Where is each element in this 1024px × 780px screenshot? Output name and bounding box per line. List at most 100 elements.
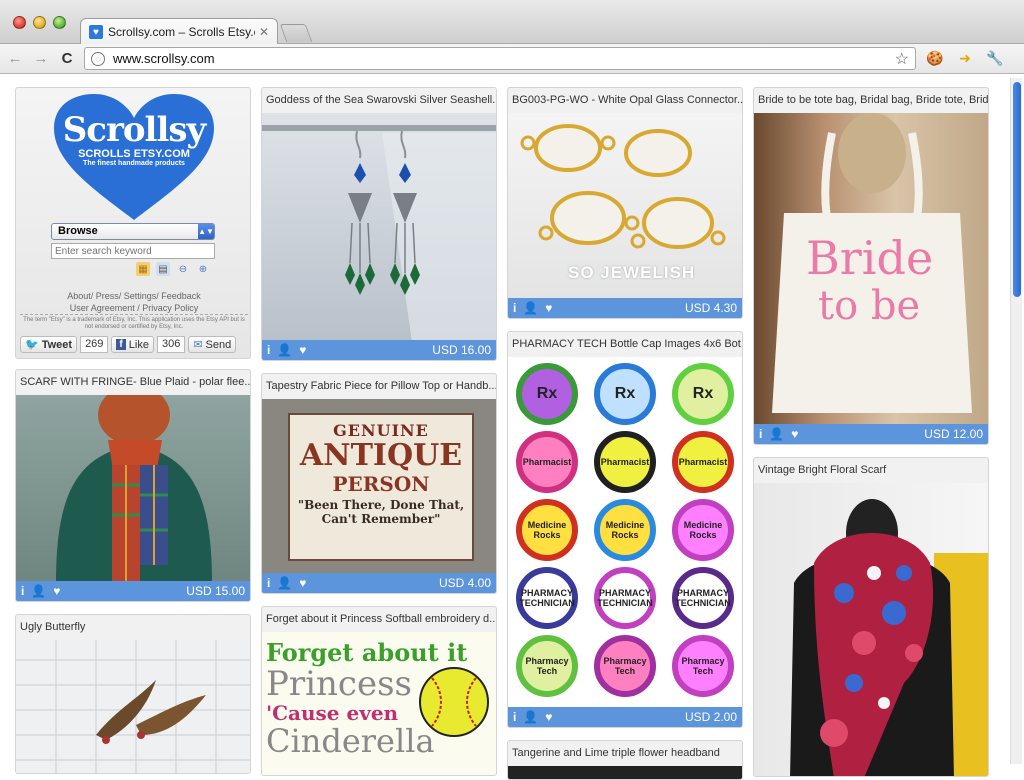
tab-close-icon[interactable]: ✕ — [259, 25, 269, 39]
footer-links[interactable]: About/ Press/ Settings/ Feedback User Ag… — [16, 290, 252, 314]
select-arrow-icon: ▲▼ — [198, 224, 214, 239]
product-title[interactable]: Bride to be tote bag, Bridal bag, Bride … — [754, 88, 988, 113]
product-title[interactable]: SCARF WITH FRINGE- Blue Plaid - polar fl… — [16, 370, 250, 395]
product-image[interactable] — [754, 483, 988, 776]
tweet-count: 269 — [80, 336, 109, 353]
product-card[interactable]: Tangerine and Lime triple flower headban… — [507, 740, 743, 780]
reload-icon[interactable]: C — [56, 48, 78, 70]
user-icon[interactable]: 👤 — [277, 576, 292, 590]
like-button[interactable]: f Like — [111, 336, 154, 353]
layout-icon[interactable]: ▦ — [136, 262, 150, 276]
product-card[interactable]: Tapestry Fabric Piece for Pillow Top or … — [261, 373, 497, 594]
floral-scarf-photo-icon — [790, 499, 988, 776]
close-window-button[interactable] — [13, 16, 26, 29]
minimize-window-button[interactable] — [33, 16, 46, 29]
forward-icon[interactable]: → — [30, 48, 52, 70]
user-icon[interactable]: 👤 — [277, 343, 292, 357]
heart-icon[interactable]: ♥ — [791, 427, 798, 441]
info-icon[interactable]: i — [513, 710, 516, 724]
bottle-cap-image: PHARMACY TECHNICIAN — [594, 567, 656, 629]
wrench-icon[interactable]: 🔧 — [984, 48, 1006, 70]
bookmark-star-icon[interactable]: ☆ — [895, 49, 909, 69]
bottle-caps-grid: Rx Rx Rx Pharmacist Pharmacist Pharmacist Medi… — [516, 363, 738, 697]
heart-icon[interactable]: ♥ — [545, 710, 552, 724]
product-image[interactable]: GENUINE ANTIQUE PERSON "Been There, Done… — [262, 399, 496, 575]
back-icon[interactable]: ← — [4, 48, 26, 70]
browser-tab[interactable]: ♥ Scrollsy.com – Scrolls Etsy.co ✕ — [80, 18, 278, 45]
product-image[interactable]: Rx Rx Rx Pharmacist Pharmacist Pharmacist Medi… — [508, 357, 742, 709]
heart-icon[interactable]: ♥ — [299, 576, 306, 590]
product-title[interactable]: PHARMACY TECH Bottle Cap Images 4x6 Bot.… — [508, 332, 742, 357]
tapestry-line-3: PERSON — [332, 472, 430, 496]
send-icon: ✉ — [193, 339, 203, 351]
zoom-window-button[interactable] — [53, 16, 66, 29]
disclaimer-text: The term "Etsy" is a trademark of Etsy, … — [20, 314, 248, 331]
zoom-out-icon[interactable]: ⊖ — [176, 262, 190, 276]
product-card[interactable]: PHARMACY TECH Bottle Cap Images 4x6 Bot.… — [507, 331, 743, 728]
bottle-cap-image: PHARMACY TECHNICIAN — [516, 567, 578, 629]
product-title[interactable]: Tapestry Fabric Piece for Pillow Top or … — [262, 374, 496, 399]
product-title[interactable]: Ugly Butterfly — [16, 615, 250, 640]
vertical-scrollbar[interactable] — [1010, 78, 1022, 764]
product-card[interactable]: Ugly Butterfly — [15, 614, 251, 774]
product-image[interactable]: Forget about it Princess 'Cause even Cin… — [262, 632, 496, 775]
search-input[interactable] — [51, 243, 215, 259]
info-icon[interactable]: i — [759, 427, 762, 441]
tweet-button[interactable]: 🐦 Tweet — [20, 336, 78, 353]
bag-text-line-1: Bride — [806, 231, 934, 285]
heart-icon[interactable]: ♥ — [299, 343, 306, 357]
product-card[interactable]: Vintage Bright Floral Scarf — [753, 457, 989, 777]
grid-icon[interactable]: ▤ — [156, 262, 170, 276]
product-title[interactable]: Tangerine and Lime triple flower headban… — [508, 741, 742, 766]
product-image[interactable] — [16, 395, 250, 583]
social-bar: 🐦 Tweet 269 f Like 306 ✉ Send — [20, 336, 237, 353]
product-card[interactable]: BG003-PG-WO - White Opal Glass Connector… — [507, 87, 743, 319]
product-title[interactable]: Vintage Bright Floral Scarf — [754, 458, 988, 483]
product-card[interactable]: Forget about it Princess Softball embroi… — [261, 606, 497, 776]
info-icon[interactable]: i — [267, 343, 270, 357]
toolbar-icons: ▦ ▤ ⊖ ⊕ — [136, 262, 210, 276]
extension-arrow-icon[interactable]: ➜ — [954, 48, 976, 70]
links-line-2[interactable]: User Agreement / Privacy Policy — [16, 302, 252, 314]
info-icon[interactable]: i — [513, 301, 516, 315]
info-icon[interactable]: i — [21, 584, 24, 598]
heart-icon[interactable]: ♥ — [53, 584, 60, 598]
product-card[interactable]: Goddess of the Sea Swarovski Silver Seas… — [261, 87, 497, 361]
info-icon[interactable]: i — [267, 576, 270, 590]
user-icon[interactable]: 👤 — [769, 427, 784, 441]
product-title[interactable]: Goddess of the Sea Swarovski Silver Seas… — [262, 88, 496, 113]
user-icon[interactable]: 👤 — [523, 301, 538, 315]
product-card[interactable]: SCARF WITH FRINGE- Blue Plaid - polar fl… — [15, 369, 251, 602]
tapestry-line-4: "Been There, Done That, — [297, 498, 465, 512]
bottle-cap-image: Rx — [594, 363, 656, 425]
new-tab-button[interactable] — [279, 24, 313, 42]
browser-toolbar: ← → C ◌ www.scrollsy.com ☆ 🍪 ➜ 🔧 — [0, 44, 1024, 74]
scrollbar-thumb[interactable] — [1013, 82, 1021, 297]
send-button[interactable]: ✉ Send — [188, 336, 237, 353]
bag-text-line-2: to be — [818, 283, 921, 329]
address-bar[interactable]: ◌ www.scrollsy.com ☆ — [84, 47, 916, 70]
heart-icon[interactable]: ♥ — [545, 301, 552, 315]
product-title[interactable]: BG003-PG-WO - White Opal Glass Connector… — [508, 88, 742, 113]
cookie-extension-icon[interactable]: 🍪 — [924, 48, 946, 70]
product-footer: i 👤 ♥ USD 2.00 — [508, 707, 742, 727]
url-text: www.scrollsy.com — [113, 51, 215, 66]
browse-select[interactable]: Browse ▲▼ — [51, 223, 215, 240]
product-card[interactable]: Bride to be tote bag, Bridal bag, Bride … — [753, 87, 989, 445]
window-titlebar: ♥ Scrollsy.com – Scrolls Etsy.co ✕ — [0, 0, 1024, 45]
product-footer: i 👤 ♥ USD 4.00 — [262, 573, 496, 593]
user-icon[interactable]: 👤 — [523, 710, 538, 724]
user-icon[interactable]: 👤 — [31, 584, 46, 598]
page-info-icon[interactable]: ◌ — [91, 51, 105, 66]
links-line-1[interactable]: About/ Press/ Settings/ Feedback — [16, 290, 252, 302]
product-image[interactable]: Bride to be — [754, 113, 988, 426]
bottle-cap-image: Pharmacy Tech — [516, 635, 578, 697]
product-image[interactable] — [508, 766, 742, 779]
product-title[interactable]: Forget about it Princess Softball embroi… — [262, 607, 496, 632]
product-image[interactable]: SO JEWELISH — [508, 113, 742, 300]
logo[interactable]: Scrollsy SCROLLS ETSY.COM The finest han… — [16, 110, 252, 167]
zoom-in-icon[interactable]: ⊕ — [196, 262, 210, 276]
product-image[interactable] — [262, 113, 496, 342]
favicon-icon: ♥ — [89, 25, 103, 39]
product-image[interactable] — [16, 640, 250, 773]
